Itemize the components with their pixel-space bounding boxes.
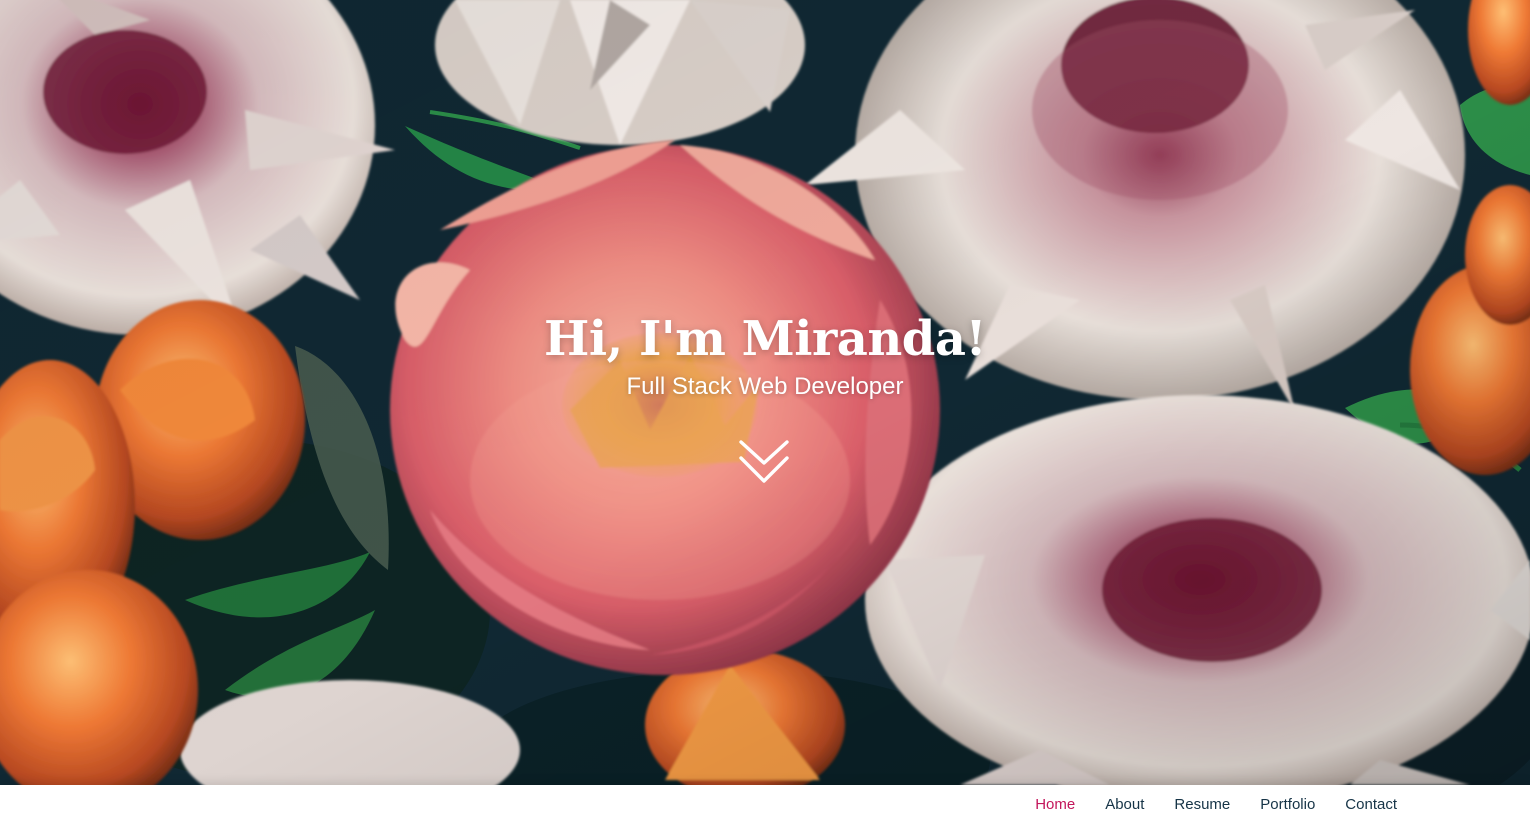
nav-item-home: Home [1020,785,1090,825]
hero-heading-group: Hi, I'm Miranda! Full Stack Web Develope… [0,308,1530,404]
nav-link-portfolio[interactable]: Portfolio [1245,785,1330,825]
double-chevron-down-icon [739,440,789,483]
nav-item-contact: Contact [1330,785,1412,825]
hero-section: Hi, I'm Miranda! Full Stack Web Develope… [0,0,1530,785]
nav-list: Home About Resume Portfolio Contact [1020,785,1412,825]
nav-item-about: About [1090,785,1159,825]
nav-item-portfolio: Portfolio [1245,785,1330,825]
nav-item-resume: Resume [1159,785,1245,825]
scroll-down-link[interactable] [737,438,791,486]
main-navigation: Home About Resume Portfolio Contact [0,785,1530,825]
nav-link-home[interactable]: Home [1020,785,1090,825]
nav-link-resume[interactable]: Resume [1159,785,1245,825]
nav-link-about[interactable]: About [1090,785,1159,825]
nav-link-contact[interactable]: Contact [1330,785,1412,825]
hero-title: Hi, I'm Miranda! [543,311,987,367]
hero-subtitle: Full Stack Web Developer [626,373,904,400]
portfolio-page: Hi, I'm Miranda! Full Stack Web Develope… [0,0,1530,825]
